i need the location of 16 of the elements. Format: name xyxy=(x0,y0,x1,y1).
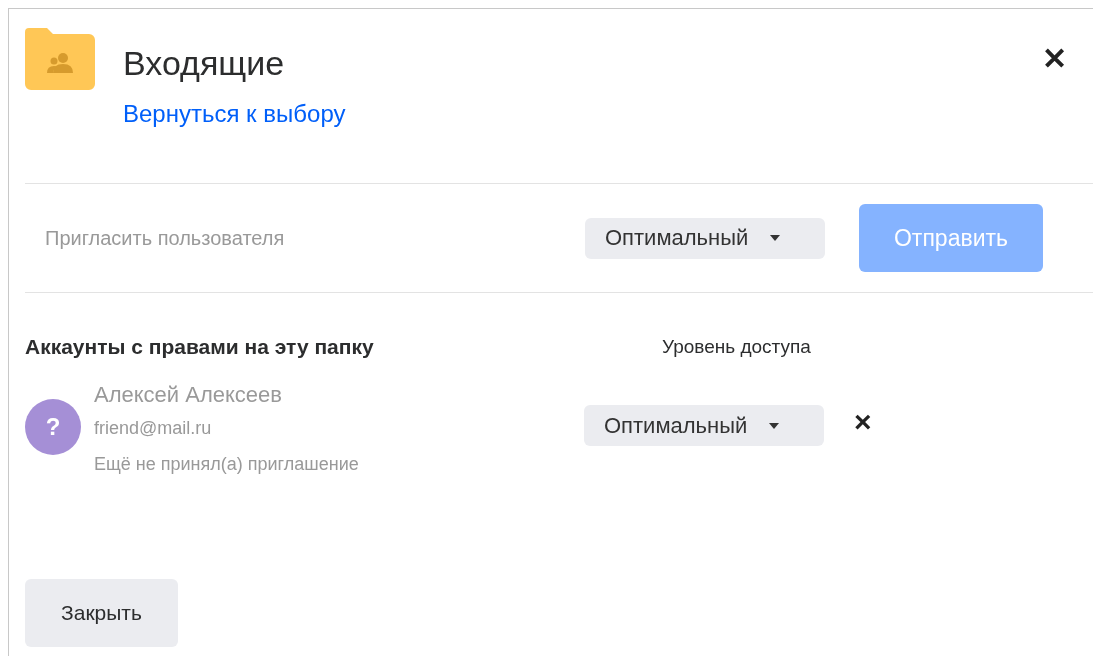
avatar: ? xyxy=(25,399,81,455)
dialog-title: Входящие xyxy=(123,43,285,83)
access-dropdown[interactable]: Оптимальный xyxy=(585,217,825,259)
close-button[interactable]: Закрыть xyxy=(25,579,178,647)
back-link[interactable]: Вернуться к выбору xyxy=(123,99,346,129)
caret-icon xyxy=(769,422,780,429)
member-status: Ещё не принял(а) приглашение xyxy=(94,453,360,476)
close-button[interactable]: ✕ xyxy=(1042,42,1067,76)
remove-button[interactable]: × xyxy=(854,407,872,437)
member-email: friend@mail.ru xyxy=(94,417,213,440)
member-name: Алексей Алексеев xyxy=(94,381,284,409)
access-dropdown[interactable]: Оптимальный xyxy=(584,405,824,446)
column-label: Уровень доступа xyxy=(662,336,811,358)
caret-icon xyxy=(770,235,781,241)
section-heading: Аккаунты с правами на эту папку xyxy=(25,335,375,359)
folder-icon xyxy=(25,28,95,90)
